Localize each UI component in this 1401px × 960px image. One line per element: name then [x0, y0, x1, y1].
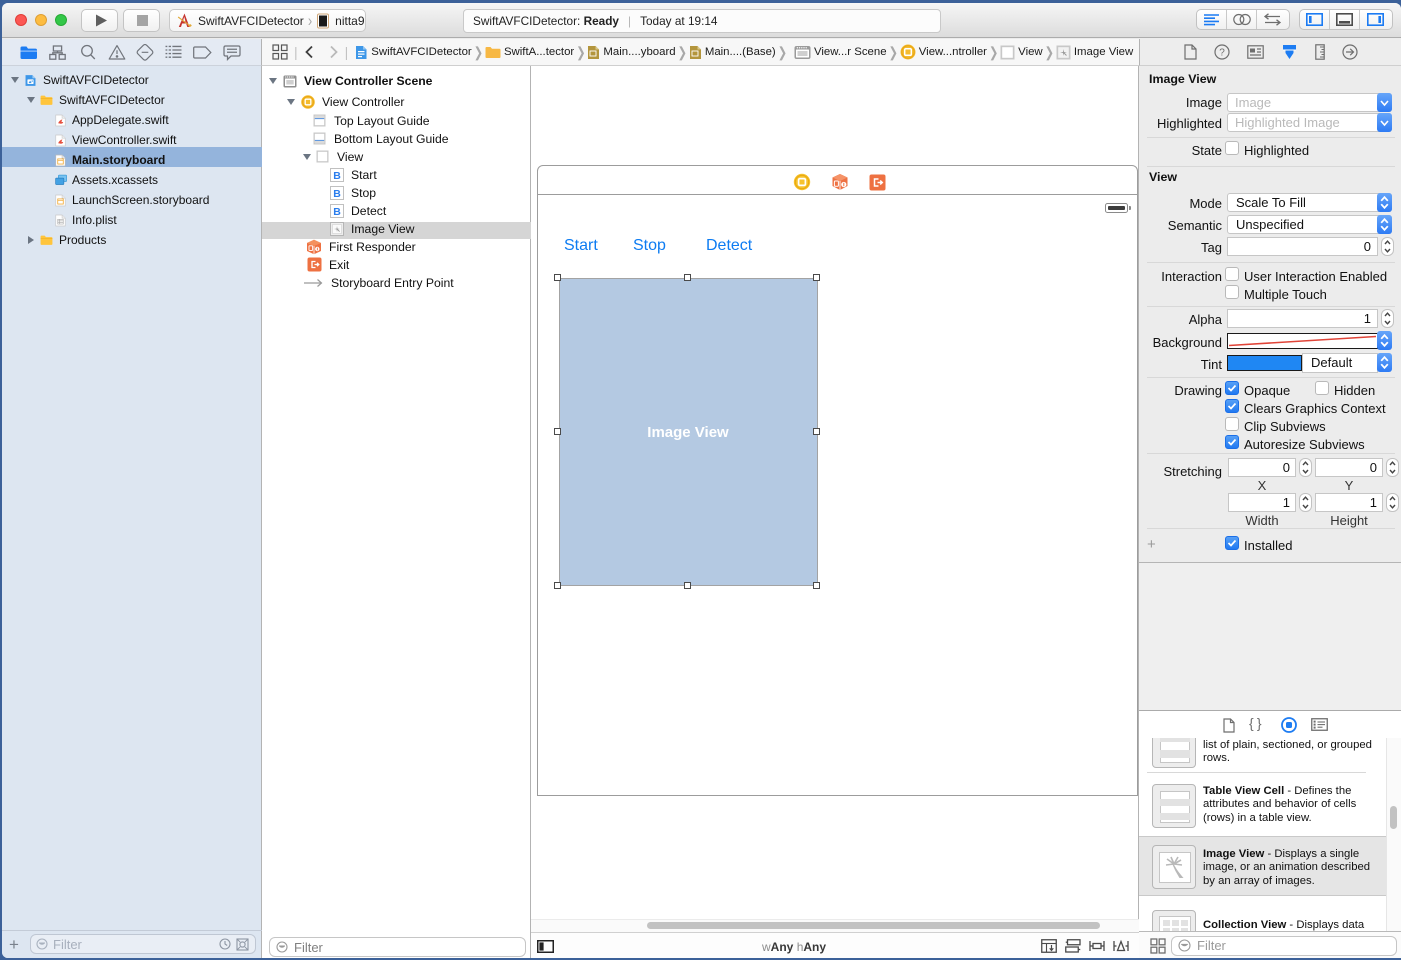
svg-text:B: B	[333, 206, 341, 218]
svg-text:?: ?	[1219, 47, 1225, 58]
svg-text:B: B	[333, 170, 341, 182]
svg-text:B: B	[333, 188, 341, 200]
